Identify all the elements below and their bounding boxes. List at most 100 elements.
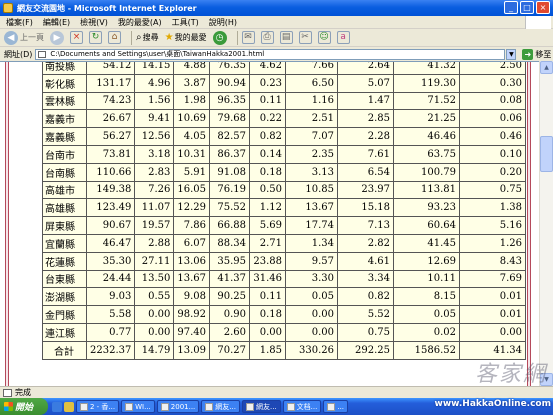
- value-cell: 0.01: [459, 305, 526, 324]
- county-name-cell: 台東縣: [42, 269, 87, 289]
- value-cell: 0.14: [249, 144, 286, 164]
- ie-quicklaunch-icon[interactable]: [52, 401, 62, 412]
- value-cell: 1.38: [459, 198, 526, 218]
- history-button[interactable]: ◷: [212, 30, 227, 45]
- forward-button[interactable]: ▶: [50, 30, 64, 45]
- messenger-icon: ☺: [317, 31, 331, 44]
- task-label: 網友...: [255, 402, 277, 411]
- value-cell: 2.82: [337, 233, 394, 253]
- taskbar-task[interactable]: 網友...: [241, 400, 281, 413]
- value-cell: 1.26: [459, 233, 526, 253]
- taskbar-task[interactable]: 2 - 香...: [76, 400, 120, 413]
- value-cell: 7.66: [285, 62, 338, 75]
- value-cell: 292.25: [337, 340, 394, 360]
- page-content: 南投縣 54.12 14.15 4.88 76.35 4.62 7.66 2.64 41.32 2…: [0, 61, 539, 386]
- value-cell: 0.00: [134, 305, 175, 324]
- refresh-icon: ↻: [89, 31, 102, 44]
- taskbar-task[interactable]: 文档...: [282, 400, 322, 413]
- desktop-quicklaunch-icon[interactable]: [64, 401, 74, 412]
- task-label: 2001...: [170, 402, 196, 411]
- value-cell: 2.51: [285, 109, 338, 129]
- translate-button[interactable]: a: [336, 31, 350, 44]
- value-cell: 56.27: [85, 127, 136, 146]
- menu-favorites[interactable]: 我的最愛(A): [118, 17, 162, 28]
- value-cell: 2.35: [285, 144, 338, 164]
- value-cell: 21.25: [393, 109, 460, 129]
- menu-tools[interactable]: 工具(T): [172, 17, 199, 28]
- value-cell: 17.74: [285, 216, 338, 235]
- value-cell: 23.97: [337, 180, 394, 200]
- value-cell: 1.34: [285, 233, 338, 253]
- vertical-scrollbar[interactable]: ▲ ▼: [539, 61, 553, 386]
- value-cell: 16.05: [173, 180, 210, 200]
- value-cell: 2.60: [209, 322, 250, 342]
- print-button[interactable]: ⎙: [260, 31, 274, 44]
- value-cell: 71.52: [393, 91, 460, 111]
- value-cell: 9.08: [173, 287, 210, 307]
- value-cell: 1.47: [337, 91, 394, 111]
- value-cell: 0.06: [459, 109, 526, 129]
- value-cell: 46.46: [393, 127, 460, 146]
- value-cell: 8.15: [393, 287, 460, 307]
- value-cell: 3.87: [173, 73, 210, 93]
- discuss-button[interactable]: ✂: [298, 31, 312, 44]
- value-cell: 24.44: [85, 269, 136, 289]
- home-button[interactable]: ⌂: [108, 31, 121, 44]
- address-input[interactable]: C:\Documents and Settings\user\桌面\Taiwan…: [35, 48, 506, 60]
- table-total-row: 合計 2232.37 14.79 13.09 70.27 1.85 330.26 292.25…: [42, 340, 526, 360]
- value-cell: 0.75: [459, 180, 526, 200]
- start-button[interactable]: 開始: [0, 398, 48, 415]
- value-cell: 6.50: [285, 73, 338, 93]
- value-cell: 9.03: [85, 287, 136, 307]
- value-cell: 90.25: [209, 287, 250, 307]
- status-text: 完成: [15, 388, 31, 397]
- value-cell: 0.00: [134, 322, 175, 342]
- mail-button[interactable]: ✉: [241, 31, 255, 44]
- value-cell: 3.13: [285, 162, 338, 182]
- menu-edit[interactable]: 編輯(E): [43, 17, 70, 28]
- value-cell: 3.18: [134, 144, 175, 164]
- task-label: 文档...: [296, 402, 318, 411]
- value-cell: 63.75: [393, 144, 460, 164]
- maximize-button[interactable]: □: [520, 1, 534, 14]
- toolbar-separator: [131, 30, 132, 45]
- value-cell: 79.68: [209, 109, 250, 129]
- address-dropdown-icon[interactable]: ▼: [506, 48, 517, 60]
- edit-button[interactable]: ▤: [279, 31, 293, 44]
- address-label: 網址(D): [4, 49, 33, 59]
- taskbar-task[interactable]: 網友...: [201, 400, 240, 413]
- value-cell: 9.57: [285, 251, 338, 271]
- value-cell: 123.49: [85, 198, 136, 218]
- close-button[interactable]: ×: [536, 1, 550, 14]
- refresh-button[interactable]: ↻: [89, 31, 102, 44]
- value-cell: 15.18: [337, 198, 394, 218]
- scroll-up-icon[interactable]: ▲: [540, 61, 553, 74]
- county-name-cell: 合計: [42, 340, 87, 360]
- task-label: 2 - 香...: [90, 402, 116, 411]
- menu-file[interactable]: 檔案(F): [6, 17, 33, 28]
- taskbar-task[interactable]: ...: [323, 400, 349, 413]
- favorites-button[interactable]: ★ 我的最愛: [165, 32, 207, 43]
- value-cell: 7.26: [134, 180, 175, 200]
- minimize-button[interactable]: _: [504, 1, 518, 14]
- scroll-thumb[interactable]: [540, 136, 553, 172]
- value-cell: 90.67: [85, 216, 136, 235]
- search-button[interactable]: ⌕ 搜尋: [136, 32, 159, 43]
- value-cell: 13.09: [173, 340, 210, 360]
- value-cell: 90.94: [209, 73, 250, 93]
- value-cell: 1.16: [285, 91, 338, 111]
- table-row: 連江縣 0.77 0.00 97.40 2.60 0.00 0.00 0.75 0.02 0.00: [42, 322, 526, 342]
- value-cell: 2.71: [249, 233, 286, 253]
- menu-view[interactable]: 檢視(V): [80, 17, 108, 28]
- taskbar-task[interactable]: WI...: [121, 400, 155, 413]
- value-cell: 1.85: [249, 340, 286, 360]
- table-row: 高雄縣 123.49 11.07 12.29 75.52 1.12 13.67 15.18 93…: [42, 198, 526, 218]
- value-cell: 98.92: [173, 305, 210, 324]
- edit-page-icon: ▤: [279, 31, 293, 44]
- messenger-button[interactable]: ☺: [317, 31, 331, 44]
- go-button[interactable]: ➜ 移至: [522, 48, 551, 60]
- menu-help[interactable]: 說明(H): [209, 17, 237, 28]
- back-button[interactable]: ◀ 上一頁: [4, 30, 44, 45]
- stop-button[interactable]: ×: [70, 31, 83, 44]
- taskbar-task[interactable]: 2001...: [156, 400, 200, 413]
